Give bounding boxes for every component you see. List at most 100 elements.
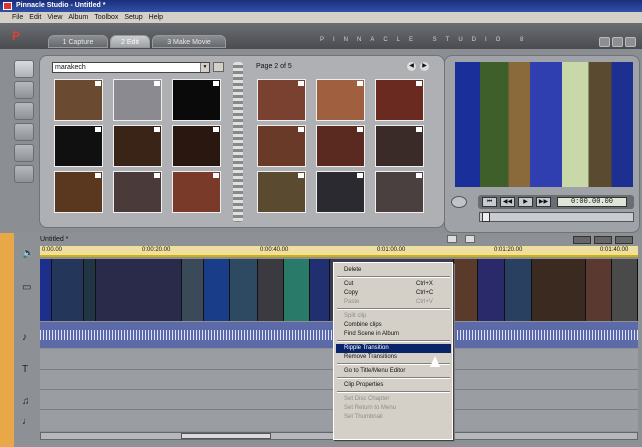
close-button[interactable] — [625, 37, 636, 47]
context-menu-item[interactable]: Delete — [336, 266, 451, 275]
used-checkmark-icon — [154, 173, 160, 178]
pinnacle-logo-icon: P — [12, 29, 21, 43]
album-scene-thumbnail[interactable] — [316, 79, 365, 121]
timeline-clip[interactable] — [230, 259, 258, 321]
album-scene-thumbnail[interactable] — [375, 79, 424, 121]
used-checkmark-icon — [298, 127, 304, 132]
sound-effects-tab[interactable] — [14, 144, 34, 162]
context-menu-item[interactable]: Clip Properties — [336, 381, 451, 390]
sound-effects-icon[interactable]: ♫ — [22, 396, 30, 407]
timecode-display[interactable]: 0:00.00.00 — [557, 197, 627, 207]
menu-album[interactable]: Album — [65, 12, 91, 23]
timeline-clip[interactable] — [84, 259, 96, 321]
chevron-down-icon[interactable]: ▼ — [200, 63, 209, 72]
tab-edit[interactable]: 2 Edit — [110, 35, 150, 48]
album-scene-thumbnail[interactable] — [257, 125, 306, 167]
scrubber-handle[interactable] — [482, 212, 490, 222]
scrollbar-thumb[interactable] — [181, 433, 271, 439]
album-scene-thumbnail[interactable] — [172, 125, 221, 167]
album-scene-thumbnail[interactable] — [375, 171, 424, 213]
timeline-clip[interactable] — [182, 259, 204, 321]
timeline-clip[interactable] — [532, 259, 586, 321]
fast-forward-button[interactable]: ▶▶ — [536, 197, 551, 207]
album-scene-thumbnail[interactable] — [257, 171, 306, 213]
menus-tab[interactable] — [14, 165, 34, 183]
timeline-clip[interactable] — [612, 259, 638, 321]
menu-item-label: Remove Transitions — [344, 354, 398, 360]
context-menu-item[interactable]: Copy Ctrl+C — [336, 289, 451, 298]
timeline-clip[interactable] — [478, 259, 505, 321]
storyboard-view-button[interactable] — [573, 236, 591, 244]
menu-help[interactable]: Help — [146, 12, 166, 23]
album-scene-thumbnail[interactable] — [113, 79, 162, 121]
menu-setup[interactable]: Setup — [121, 12, 145, 23]
menu-item-label: Find Scene in Album — [344, 331, 400, 337]
next-page-button[interactable]: ▶ — [420, 62, 429, 71]
menu-item-label: Set Thumbnail — [344, 414, 383, 420]
titles-tab[interactable] — [14, 102, 34, 120]
menu-file[interactable]: File — [0, 12, 26, 23]
menu-item-label: Copy — [344, 290, 359, 296]
album-scene-thumbnail[interactable] — [172, 171, 221, 213]
album-scene-thumbnail[interactable] — [316, 171, 365, 213]
minimize-button[interactable] — [612, 37, 623, 47]
album-scene-thumbnail[interactable] — [54, 171, 103, 213]
context-menu-item[interactable]: Combine clips — [336, 321, 451, 330]
album-scene-thumbnail[interactable] — [316, 125, 365, 167]
tab-make-movie[interactable]: 3 Make Movie — [152, 35, 226, 48]
video-track-icon[interactable]: ▭ — [22, 282, 31, 293]
album-folder-dropdown[interactable]: marakech ▼ — [52, 62, 210, 73]
album-scene-thumbnail[interactable] — [54, 79, 103, 121]
mouse-cursor-icon — [430, 356, 440, 367]
context-menu-item[interactable]: Find Scene in Album — [336, 330, 451, 339]
timeline-clip[interactable] — [96, 259, 182, 321]
context-menu-item: Set Return to Menu — [336, 404, 451, 413]
help-button[interactable] — [599, 37, 610, 47]
menu-separator — [337, 308, 450, 310]
go-to-start-button[interactable]: ⏮ — [482, 197, 497, 207]
menu-view[interactable]: View — [44, 12, 65, 23]
menu-edit[interactable]: Edit — [26, 12, 44, 23]
transitions-tab[interactable] — [14, 81, 34, 99]
text-view-button[interactable] — [615, 236, 633, 244]
timeline-clip[interactable] — [454, 259, 478, 321]
album-scene-thumbnail[interactable] — [257, 79, 306, 121]
jog-wheel[interactable] — [451, 196, 467, 208]
timeline-clip[interactable] — [40, 259, 52, 321]
timeline-clip[interactable] — [310, 259, 330, 321]
album-scene-thumbnail[interactable] — [54, 125, 103, 167]
menu-item-label: Cut — [344, 281, 354, 287]
menu-toolbox[interactable]: Toolbox — [91, 12, 121, 23]
timeline-clip[interactable] — [52, 259, 84, 321]
rewind-button[interactable]: ◀◀ — [500, 197, 515, 207]
video-scenes-tab[interactable] — [14, 60, 34, 78]
timeline-ruler[interactable]: 0:00.00 0:00:20.00 0:00:40.00 0:01:00.00… — [40, 246, 638, 257]
speaker-icon[interactable]: 🔈 — [22, 248, 34, 259]
timeline-view-button[interactable] — [594, 236, 612, 244]
timeline-clip[interactable] — [204, 259, 230, 321]
tab-capture[interactable]: 1 Capture — [48, 35, 108, 48]
scrubber-bar[interactable] — [479, 212, 634, 222]
timeline-clip[interactable] — [505, 259, 532, 321]
menu-bar: File Edit View Album Toolbox Setup Help — [0, 12, 642, 23]
audio-track-icon[interactable]: ♪ — [22, 332, 27, 343]
prev-page-button[interactable]: ◀ — [407, 62, 416, 71]
context-menu-item[interactable]: Cut Ctrl+X — [336, 280, 451, 289]
play-button[interactable]: ▶ — [518, 197, 533, 207]
timeline-clip[interactable] — [284, 259, 310, 321]
music-track-icon[interactable]: ♩ — [22, 416, 32, 427]
context-menu-item[interactable]: Ripple Transition — [336, 344, 451, 353]
menu-item-label: Set Disc Chapter — [344, 396, 390, 402]
trash-icon[interactable] — [465, 235, 475, 243]
title-track-icon[interactable]: T — [22, 364, 28, 375]
open-folder-button[interactable] — [213, 62, 224, 72]
still-images-tab[interactable] — [14, 123, 34, 141]
timeline-clip[interactable] — [258, 259, 284, 321]
timeline-clip[interactable] — [586, 259, 612, 321]
razor-icon[interactable] — [447, 235, 457, 243]
album-scene-thumbnail[interactable] — [375, 125, 424, 167]
album-scene-thumbnail[interactable] — [172, 79, 221, 121]
album-scene-thumbnail[interactable] — [113, 125, 162, 167]
album-scene-thumbnail[interactable] — [113, 171, 162, 213]
context-menu-item[interactable]: Go to Title/Menu Editor — [336, 367, 451, 376]
